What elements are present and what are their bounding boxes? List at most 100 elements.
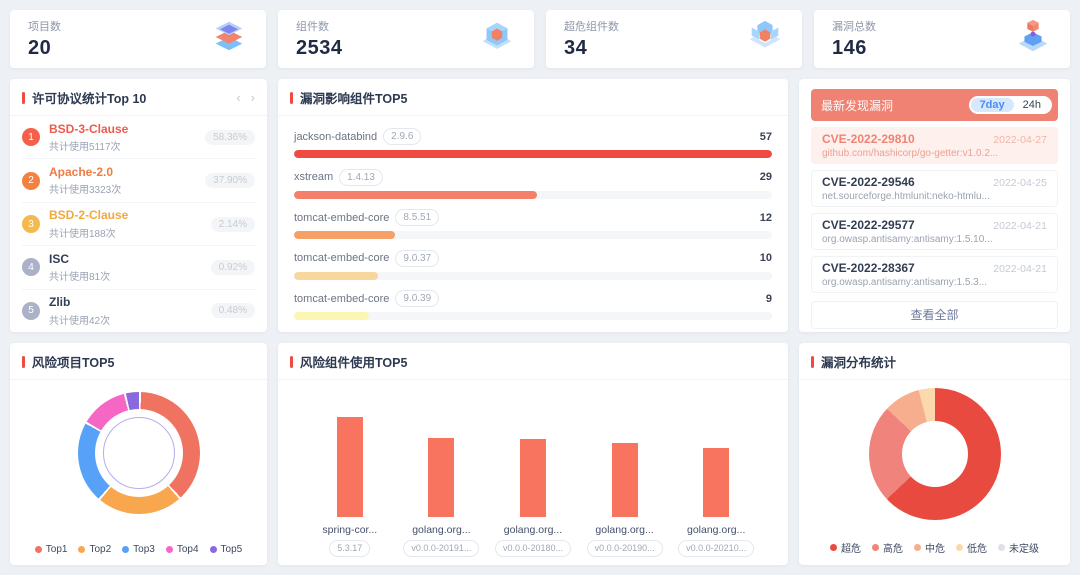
middle-row: 许可协议统计Top 10 ‹ › 1 BSD-3-Clause 共计使用5117… [10, 79, 1070, 332]
cve-panel-header: 最新发现漏洞 7day 24h [811, 89, 1058, 121]
bar-value: 10 [760, 252, 772, 264]
cve-date: 2022-04-27 [993, 134, 1047, 146]
bar-column[interactable]: golang.org... v0.0.0-20180... [487, 394, 579, 557]
bar-column[interactable]: golang.org... v0.0.0-20190... [579, 394, 671, 557]
legend-item[interactable]: Top1 [35, 544, 68, 555]
bar-column[interactable]: golang.org... v0.0.0-20191... [396, 394, 488, 557]
legend-item[interactable]: Top4 [166, 544, 199, 555]
vulnerability-stack-icon [1014, 18, 1052, 61]
license-percent-badge: 58.36% [205, 130, 255, 145]
rank-badge: 1 [22, 128, 40, 146]
license-name: BSD-2-Clause [49, 208, 211, 222]
risk-projects-donut[interactable] [78, 392, 200, 514]
inner-guide-ring [103, 417, 175, 489]
hbar-row[interactable]: tomcat-embed-core 8.5.51 12 [294, 209, 772, 239]
list-item[interactable]: 4 ISC 共计使用81次 0.92% [22, 246, 255, 289]
component-name: golang.org... [687, 524, 745, 536]
legend-dot [210, 546, 217, 553]
stat-value: 146 [832, 37, 876, 60]
vuln-distribution-donut[interactable] [869, 388, 1001, 520]
dashboard-page: 项目数 20 组件数 2534 [0, 0, 1080, 575]
vuln-components-panel: 漏洞影响组件TOP5 jackson-databind 2.9.6 57 xst… [278, 79, 788, 332]
panel-title: 漏洞分布统计 [821, 352, 896, 371]
donut-hole [95, 409, 183, 497]
accent-bar [811, 356, 814, 368]
donut-hole [902, 421, 968, 487]
bar-fill [520, 439, 546, 517]
rank-badge: 5 [22, 302, 40, 320]
cve-date: 2022-04-21 [993, 263, 1047, 275]
risk-projects-header: 风险项目TOP5 [10, 343, 267, 380]
license-usage: 共计使用81次 [49, 268, 211, 283]
bar-track [294, 150, 772, 158]
legend-item[interactable]: 超危 [830, 540, 861, 555]
bar-fill [294, 231, 395, 239]
stat-card-components: 组件数 2534 [278, 10, 534, 68]
legend-item[interactable]: 未定级 [998, 540, 1039, 555]
bar-column[interactable]: spring-cor... 5.3.17 [304, 394, 396, 557]
layers-stack-icon [210, 18, 248, 61]
legend-label: Top2 [89, 544, 111, 555]
vuln-components-header: 漏洞影响组件TOP5 [278, 79, 788, 116]
next-page-icon[interactable]: › [251, 91, 255, 104]
stat-value: 34 [564, 37, 619, 60]
license-panel-header: 许可协议统计Top 10 ‹ › [10, 79, 267, 116]
license-name: ISC [49, 252, 211, 266]
version-badge: v0.0.0-20180... [495, 540, 571, 557]
hbar-row[interactable]: tomcat-embed-core 9.0.37 10 [294, 250, 772, 280]
hbar-row[interactable]: tomcat-embed-core 9.0.39 9 [294, 290, 772, 320]
cve-id: CVE-2022-29546 [822, 175, 915, 189]
license-name: Zlib [49, 295, 211, 309]
tab-24h[interactable]: 24h [1014, 98, 1050, 112]
hbar-row[interactable]: jackson-databind 2.9.6 57 [294, 128, 772, 158]
legend-dot [914, 544, 921, 551]
view-all-button[interactable]: 查看全部 [811, 301, 1058, 329]
stat-label: 组件数 [296, 18, 343, 34]
legend-item[interactable]: 高危 [872, 540, 903, 555]
bar-fill [428, 438, 454, 517]
version-badge: 9.0.39 [395, 290, 439, 307]
cve-list-item[interactable]: CVE-2022-29810 2022-04-27 github.com/has… [811, 127, 1058, 164]
list-item[interactable]: 2 Apache-2.0 共计使用3323次 37.90% [22, 159, 255, 202]
list-item[interactable]: 5 Zlib 共计使用42次 0.48% [22, 290, 255, 332]
hbar-row[interactable]: xstream 1.4.13 29 [294, 169, 772, 199]
risk-component-usage-header: 风险组件使用TOP5 [278, 343, 788, 380]
cve-list-item[interactable]: CVE-2022-29546 2022-04-25 net.sourceforg… [811, 170, 1058, 207]
vbar-chart: spring-cor... 5.3.17 golang.org... v0.0.… [278, 380, 788, 565]
component-name: tomcat-embed-core [294, 252, 389, 264]
cve-list-item[interactable]: CVE-2022-28367 2022-04-21 org.owasp.anti… [811, 256, 1058, 293]
component-name: golang.org... [412, 524, 470, 536]
critical-component-icon [746, 18, 784, 61]
bar-column[interactable]: golang.org... v0.0.0-20210... [670, 394, 762, 557]
cve-list-item[interactable]: CVE-2022-29577 2022-04-21 org.owasp.anti… [811, 213, 1058, 250]
legend-label: 中危 [925, 540, 945, 555]
bar-fill [703, 448, 729, 517]
stat-card-critical-components: 超危组件数 34 [546, 10, 802, 68]
cve-date: 2022-04-21 [993, 220, 1047, 232]
legend-dot [166, 546, 173, 553]
legend-dot [956, 544, 963, 551]
bar-fill [294, 272, 378, 280]
legend-label: 高危 [883, 540, 903, 555]
list-item[interactable]: 3 BSD-2-Clause 共计使用188次 2.14% [22, 203, 255, 246]
tab-7day[interactable]: 7day [971, 98, 1014, 112]
legend-item[interactable]: Top3 [122, 544, 155, 555]
legend-dot [872, 544, 879, 551]
legend-item[interactable]: Top5 [210, 544, 243, 555]
legend-label: Top4 [177, 544, 199, 555]
prev-page-icon[interactable]: ‹ [236, 91, 240, 104]
license-percent-badge: 0.48% [211, 303, 255, 318]
component-name: xstream [294, 171, 333, 183]
stat-value: 20 [28, 37, 61, 60]
legend-item[interactable]: 中危 [914, 540, 945, 555]
panel-title: 漏洞影响组件TOP5 [300, 88, 407, 107]
accent-bar [290, 92, 293, 104]
legend-item[interactable]: 低危 [956, 540, 987, 555]
stat-value: 2534 [296, 37, 343, 60]
list-item[interactable]: 1 BSD-3-Clause 共计使用5117次 58.36% [22, 116, 255, 159]
legend-item[interactable]: Top2 [78, 544, 111, 555]
bottom-row: 风险项目TOP5 Top1 Top2 Top3 Top4 Top5 [10, 343, 1070, 565]
vuln-distribution-header: 漏洞分布统计 [799, 343, 1070, 380]
accent-bar [290, 356, 293, 368]
license-name: Apache-2.0 [49, 165, 205, 179]
